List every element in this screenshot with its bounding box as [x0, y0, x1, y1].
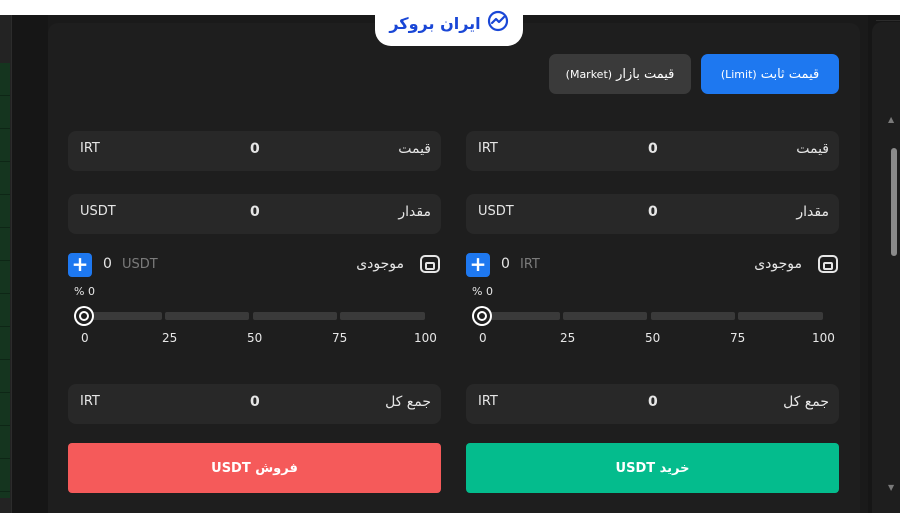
wallet-icon	[420, 255, 440, 273]
buy-balance-label: موجودی	[754, 256, 802, 272]
buy-balance-currency: IRT	[520, 257, 540, 272]
scroll-down-arrow-icon[interactable]: ▼	[888, 483, 894, 492]
right-side-panel	[872, 22, 900, 513]
tab-limit-sub: (Limit)	[720, 67, 757, 81]
tab-market[interactable]: قیمت بازار (Market)	[549, 54, 691, 94]
buy-total-field[interactable]: IRT 0 جمع کل	[466, 384, 839, 424]
sell-total-unit: IRT	[80, 394, 100, 409]
sell-percent-slider[interactable]	[78, 312, 425, 320]
left-orderbook-edge	[0, 15, 12, 513]
sell-percent-sign: %	[74, 285, 85, 298]
buy-balance-value: 0	[501, 256, 510, 272]
buy-tick-0[interactable]: 0	[479, 331, 487, 345]
buy-price-label: قیمت	[796, 141, 829, 157]
buy-percent-sign: %	[472, 285, 483, 298]
buy-total-value: 0	[648, 394, 658, 410]
sell-tick-25[interactable]: 25	[162, 331, 177, 345]
sell-amount-label: مقدار	[398, 204, 431, 220]
sell-balance-value: 0	[103, 256, 112, 272]
sell-price-unit: IRT	[80, 141, 100, 156]
sell-tick-0[interactable]: 0	[81, 331, 89, 345]
buy-price-value: 0	[648, 141, 658, 157]
scrollbar-thumb[interactable]	[891, 148, 897, 256]
buy-tick-50[interactable]: 50	[645, 331, 660, 345]
buy-amount-label: مقدار	[796, 204, 829, 220]
sell-price-value: 0	[250, 141, 260, 157]
sell-tick-100[interactable]: 100	[414, 331, 437, 345]
brand-name: ایران بروکر	[389, 13, 481, 33]
brand-logo[interactable]: ایران بروکر	[375, 0, 523, 46]
orderbook-bids-strip	[0, 63, 10, 498]
sell-total-field[interactable]: IRT 0 جمع کل	[68, 384, 441, 424]
buy-percent-display: % 0	[472, 285, 493, 298]
sell-usdt-button[interactable]: فروش USDT	[68, 443, 441, 493]
right-panel-divider	[876, 20, 900, 21]
tab-limit[interactable]: قیمت ثابت (Limit)	[701, 54, 839, 94]
sell-total-label: جمع کل	[385, 394, 431, 410]
buy-price-field[interactable]: IRT 0 قیمت	[466, 131, 839, 171]
buy-amount-value: 0	[648, 204, 658, 220]
buy-usdt-button[interactable]: خرید USDT	[466, 443, 839, 493]
sell-price-field[interactable]: IRT 0 قیمت	[68, 131, 441, 171]
chart-trend-icon	[487, 10, 509, 36]
sell-balance-label: موجودی	[356, 256, 404, 272]
sell-tick-50[interactable]: 50	[247, 331, 262, 345]
sell-tick-75[interactable]: 75	[332, 331, 347, 345]
sell-slider-handle[interactable]	[76, 308, 92, 324]
sell-amount-unit: USDT	[80, 204, 116, 219]
sell-deposit-plus-icon[interactable]: +	[68, 253, 92, 277]
buy-percent-slider[interactable]	[476, 312, 823, 320]
buy-percent-value: 0	[485, 285, 493, 298]
buy-slider-handle[interactable]	[474, 308, 490, 324]
buy-balance-row: + 0 IRT موجودی	[466, 253, 839, 277]
wallet-icon	[818, 255, 838, 273]
sell-amount-field[interactable]: USDT 0 مقدار	[68, 194, 441, 234]
buy-tick-25[interactable]: 25	[560, 331, 575, 345]
buy-total-unit: IRT	[478, 394, 498, 409]
buy-total-label: جمع کل	[783, 394, 829, 410]
tab-limit-label: قیمت ثابت	[760, 66, 820, 82]
sell-balance-row: + 0 USDT موجودی	[68, 253, 441, 277]
sell-balance-currency: USDT	[122, 257, 158, 272]
tab-market-sub: (Market)	[565, 67, 613, 81]
buy-deposit-plus-icon[interactable]: +	[466, 253, 490, 277]
tab-market-label: قیمت بازار	[616, 66, 675, 82]
sell-percent-value: 0	[87, 285, 95, 298]
sell-total-value: 0	[250, 394, 260, 410]
scroll-up-arrow-icon[interactable]: ▲	[888, 115, 894, 124]
buy-tick-75[interactable]: 75	[730, 331, 745, 345]
left-gutter	[12, 15, 48, 513]
sell-amount-value: 0	[250, 204, 260, 220]
buy-amount-field[interactable]: USDT 0 مقدار	[466, 194, 839, 234]
sell-price-label: قیمت	[398, 141, 431, 157]
buy-amount-unit: USDT	[478, 204, 514, 219]
buy-price-unit: IRT	[478, 141, 498, 156]
sell-percent-display: % 0	[74, 285, 95, 298]
buy-tick-100[interactable]: 100	[812, 331, 835, 345]
